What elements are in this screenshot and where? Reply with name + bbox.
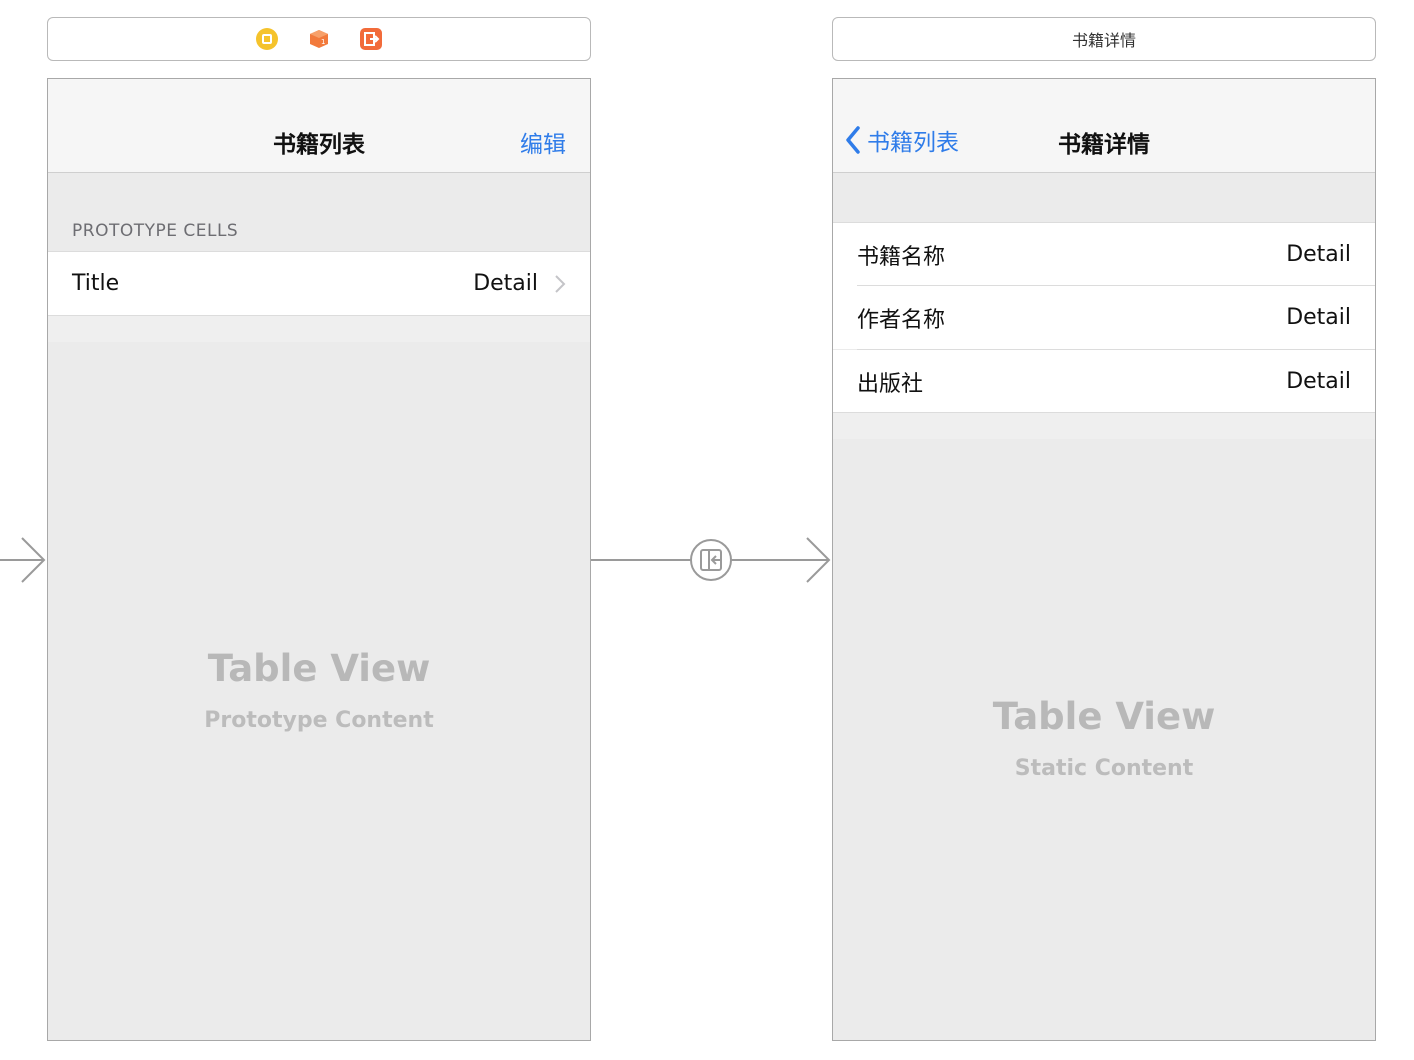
exit-icon[interactable] xyxy=(360,28,382,50)
static-cell[interactable]: 出版社 Detail xyxy=(833,350,1375,413)
svg-text:1: 1 xyxy=(321,38,325,46)
cell-detail: Detail xyxy=(1286,305,1351,330)
cell-title: 出版社 xyxy=(857,371,924,397)
static-cell[interactable]: 书籍名称 Detail xyxy=(833,223,1375,286)
view-controller-icon[interactable] xyxy=(256,28,278,50)
cell-title: 书籍名称 xyxy=(857,244,946,270)
table-view-placeholder-subtitle: Prototype Content xyxy=(204,708,434,733)
cell-title: 作者名称 xyxy=(857,307,946,333)
prototype-cell[interactable]: Title Detail xyxy=(48,252,590,315)
cell-detail: Detail xyxy=(1286,242,1351,267)
detail-scene-dock[interactable]: 书籍详情 xyxy=(832,17,1376,61)
edit-button[interactable]: 编辑 xyxy=(520,125,566,159)
navigation-bar: 书籍列表 编辑 xyxy=(48,79,590,173)
list-scene-dock[interactable]: 1 xyxy=(47,17,591,61)
cell-title: Title xyxy=(72,271,120,296)
table-view-placeholder-title: Table View xyxy=(992,695,1216,738)
show-segue-connector[interactable] xyxy=(591,536,833,584)
table-view-placeholder-subtitle: Static Content xyxy=(1014,756,1194,781)
cell-detail: Detail xyxy=(1286,369,1351,394)
initial-scene-arrow xyxy=(0,537,46,583)
table-view-placeholder-title: Table View xyxy=(207,647,431,690)
static-cell[interactable]: 作者名称 Detail xyxy=(833,286,1375,349)
nav-title: 书籍列表 xyxy=(273,132,365,158)
cell-detail: Detail xyxy=(473,271,538,296)
nav-title: 书籍详情 xyxy=(1058,132,1150,158)
first-responder-icon[interactable]: 1 xyxy=(308,28,330,50)
list-scene-screen: 书籍列表 编辑 PROTOTYPE CELLS Title Detail Tab… xyxy=(47,78,591,1041)
disclosure-chevron-icon xyxy=(555,275,566,293)
navigation-bar: 书籍列表 书籍详情 xyxy=(833,79,1375,173)
scene-title: 书籍详情 xyxy=(1071,31,1136,50)
section-header: PROTOTYPE CELLS xyxy=(72,221,239,241)
detail-scene-screen: 书籍列表 书籍详情 书籍名称 Detail 作者名称 Detail 出版社 De… xyxy=(832,78,1376,1041)
